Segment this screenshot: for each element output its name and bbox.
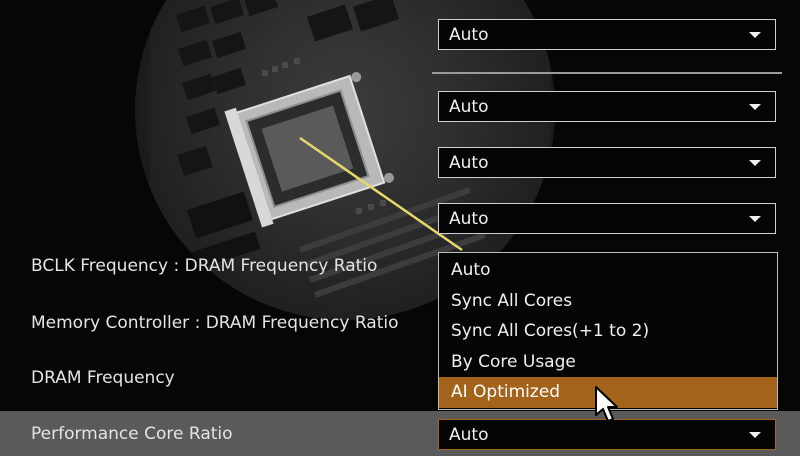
dropdown-option-sync-all-cores[interactable]: Sync All Cores <box>439 286 777 317</box>
dropdown-value: Auto <box>449 96 489 117</box>
label-dram-frequency: DRAM Frequency <box>31 368 175 388</box>
dropdown-value: Auto <box>449 24 489 45</box>
section-divider <box>432 72 782 74</box>
chevron-down-icon <box>749 216 761 222</box>
dropdown-value: Auto <box>449 424 489 445</box>
dropdown-setting-2[interactable]: Auto <box>438 91 776 122</box>
mouse-cursor-icon <box>595 386 618 422</box>
dropdown-setting-3[interactable]: Auto <box>438 147 776 178</box>
dropdown-setting-1[interactable]: Auto <box>438 19 776 50</box>
label-bclk-dram-ratio: BCLK Frequency : DRAM Frequency Ratio <box>31 256 378 276</box>
dropdown-option-by-core-usage[interactable]: By Core Usage <box>439 347 777 378</box>
dropdown-setting-4[interactable]: Auto <box>438 203 776 234</box>
chevron-down-icon <box>749 160 761 166</box>
label-performance-core-ratio: Performance Core Ratio <box>31 424 233 444</box>
dropdown-option-auto[interactable]: Auto <box>439 255 777 286</box>
chevron-down-icon <box>749 32 761 38</box>
label-memory-controller-ratio: Memory Controller : DRAM Frequency Ratio <box>31 313 399 333</box>
dropdown-value: Auto <box>449 152 489 173</box>
chevron-down-icon <box>749 104 761 110</box>
dropdown-option-sync-all-cores-plus[interactable]: Sync All Cores(+1 to 2) <box>439 316 777 347</box>
chevron-down-icon <box>749 432 761 438</box>
dropdown-value: Auto <box>449 208 489 229</box>
